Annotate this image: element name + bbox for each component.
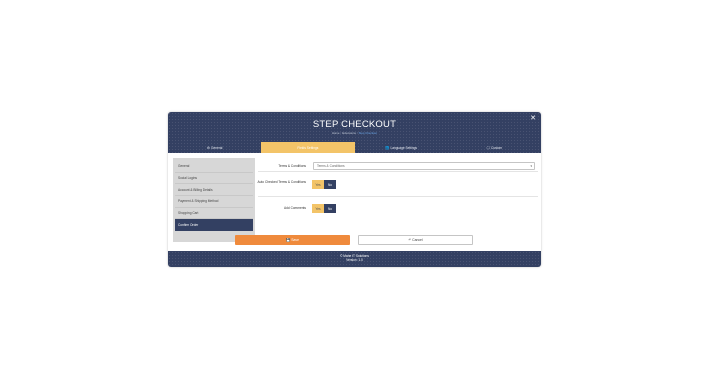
panel-footer: © Mahe IT Solutions Version: 1.0: [168, 251, 541, 267]
sidebar-item-general[interactable]: General: [175, 161, 253, 173]
breadcrumb-extensions[interactable]: Extensions: [342, 131, 356, 135]
sidebar-item-account-billing[interactable]: Account & Billing Details: [175, 184, 253, 197]
add-comments-row: Add Comments Yes No: [258, 197, 538, 222]
save-label: Save: [291, 238, 299, 242]
cancel-label: Cancel: [412, 238, 423, 242]
monitor-icon: 🖵: [486, 145, 491, 150]
tab-language-settings-label: Language Settings: [390, 145, 418, 150]
sidebar-item-social-logins[interactable]: Social Logins: [175, 173, 253, 185]
chevron-down-icon: ▾: [530, 164, 532, 168]
auto-checked-yes-button[interactable]: Yes: [312, 180, 324, 189]
add-comments-label: Add Comments: [284, 206, 306, 210]
terms-row: Terms & Conditions Terms & Conditions ▾: [258, 158, 538, 172]
step-checkout-panel: STEP CHECKOUT Home/Extensions/Step Check…: [168, 112, 541, 267]
expand-arrows-icon[interactable]: ✕: [530, 115, 536, 122]
terms-label: Terms & Conditions: [278, 164, 306, 168]
page-title: STEP CHECKOUT: [312, 119, 397, 130]
auto-checked-row: Auto Checked Terms & Conditions Yes No: [258, 172, 538, 197]
tab-fields-settings[interactable]: Fields Settings: [261, 142, 355, 153]
undo-icon: ↶: [408, 238, 412, 242]
globe-icon: 🌐: [385, 145, 390, 150]
tab-fields-settings-label: Fields Settings: [297, 145, 319, 150]
save-button[interactable]: 💾 Save: [235, 235, 350, 245]
panel-header: STEP CHECKOUT Home/Extensions/Step Check…: [168, 112, 541, 142]
add-comments-no-button[interactable]: No: [324, 204, 336, 213]
breadcrumb-current: Step Checkout: [358, 131, 378, 135]
settings-form: Terms & Conditions Terms & Conditions ▾ …: [258, 158, 538, 242]
terms-select[interactable]: Terms & Conditions ▾: [313, 162, 535, 170]
tab-general-label: General: [210, 145, 223, 150]
gear-icon: ⚙: [206, 145, 210, 150]
auto-checked-label: Auto Checked Terms & Conditions: [257, 180, 307, 184]
footer-version: Version: 1.0: [346, 258, 363, 263]
auto-checked-no-button[interactable]: No: [324, 180, 336, 189]
tab-custom-label: Custom: [491, 145, 502, 150]
breadcrumb: Home/Extensions/Step Checkout: [331, 131, 378, 135]
tab-language-settings[interactable]: 🌐 Language Settings: [355, 142, 448, 153]
sidebar: General Social Logins Account & Billing …: [173, 158, 255, 242]
terms-select-value: Terms & Conditions: [317, 164, 345, 168]
add-comments-toggle: Yes No: [312, 204, 336, 213]
tab-general[interactable]: ⚙ General: [168, 142, 261, 153]
tab-bar: ⚙ General Fields Settings 🌐 Language Set…: [168, 142, 541, 153]
sidebar-item-shopping-cart[interactable]: Shopping Cart: [175, 208, 253, 220]
tab-custom[interactable]: 🖵 Custom: [448, 142, 541, 153]
sidebar-item-confirm-order[interactable]: Confirm Order: [175, 219, 253, 232]
floppy-icon: 💾: [286, 238, 291, 242]
add-comments-yes-button[interactable]: Yes: [312, 204, 324, 213]
cancel-button[interactable]: ↶ Cancel: [358, 235, 473, 245]
auto-checked-toggle: Yes No: [312, 180, 336, 189]
sidebar-item-payment-shipping[interactable]: Payment & Shipping Method: [175, 196, 253, 208]
